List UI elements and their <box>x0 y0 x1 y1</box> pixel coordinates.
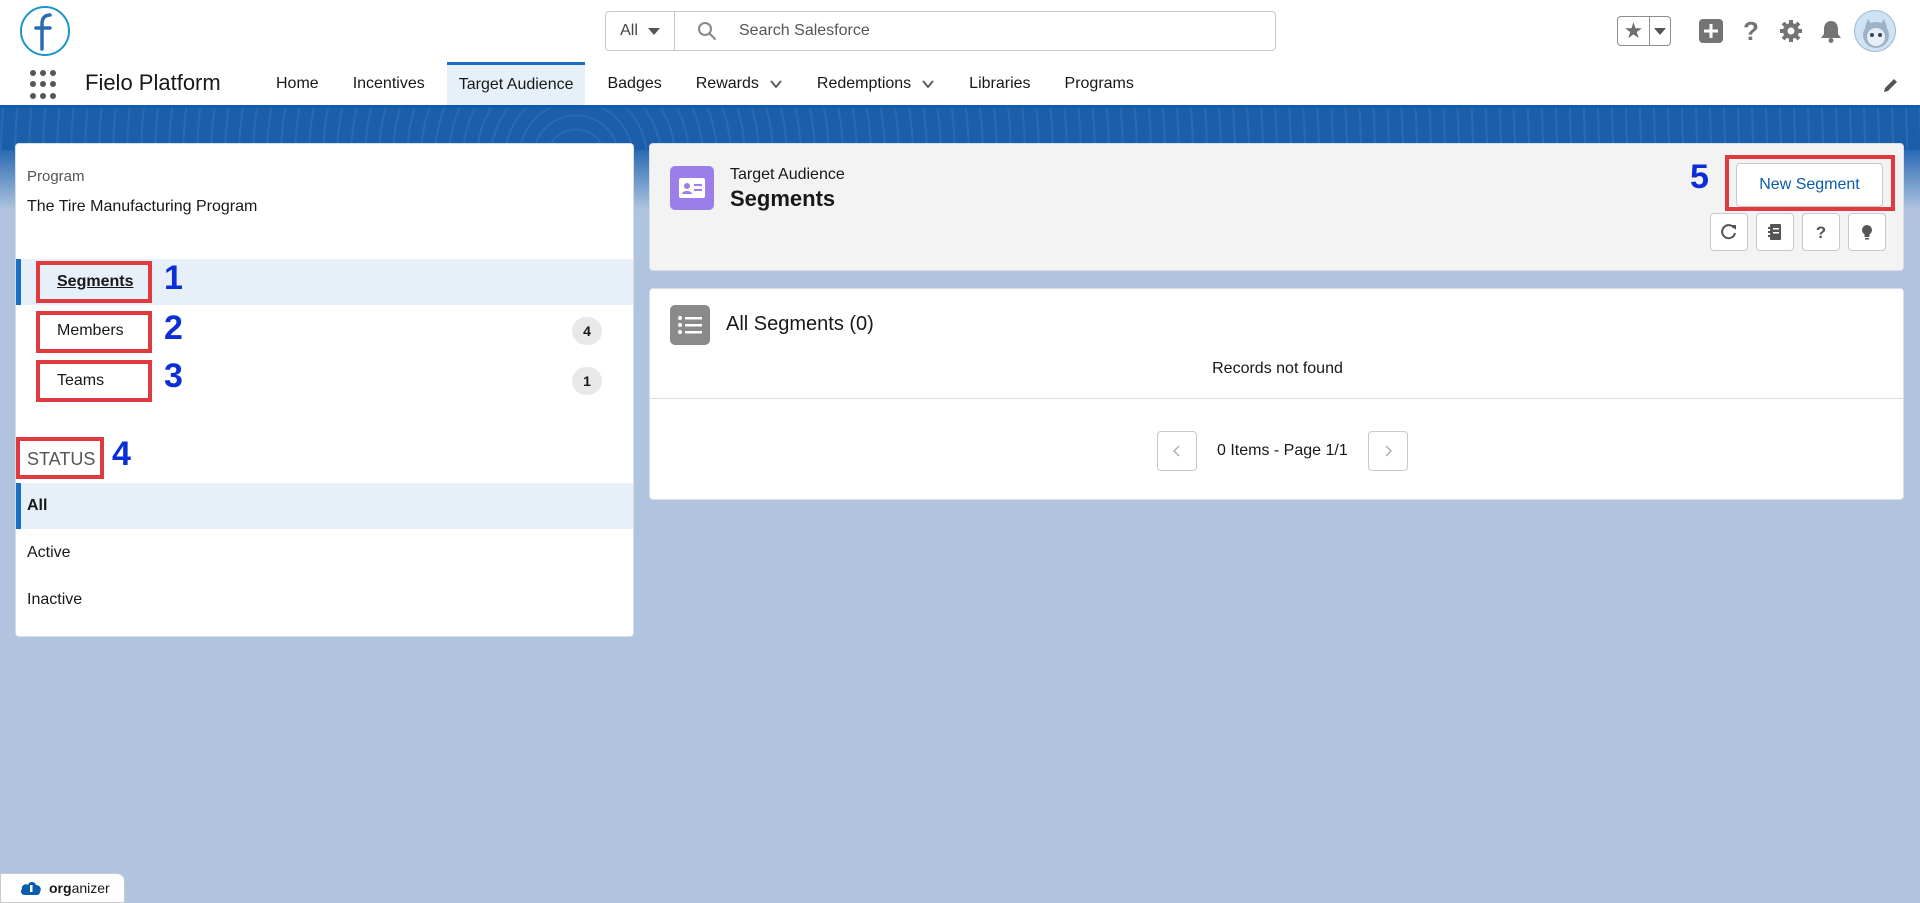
next-page-button[interactable] <box>1367 431 1408 471</box>
avatar[interactable] <box>1854 10 1896 52</box>
previous-page-button[interactable] <box>1157 431 1197 471</box>
app-name: Fielo Platform <box>85 70 221 95</box>
status-filter-active[interactable]: Active <box>16 530 633 576</box>
program-label: Program <box>27 168 85 185</box>
status-filter-label: All <box>27 497 48 514</box>
help-button[interactable]: ? <box>1802 213 1840 251</box>
annotation-box-1 <box>36 261 152 303</box>
status-filter-all[interactable]: All <box>16 483 633 529</box>
annotation-number-3: 3 <box>164 357 183 395</box>
search-scope-dropdown[interactable]: All <box>606 12 675 50</box>
tab-label: Rewards <box>695 74 759 92</box>
segment-object-icon <box>670 166 714 210</box>
tab-libraries[interactable]: Libraries <box>957 62 1042 105</box>
annotation-box-3 <box>36 360 152 402</box>
page-header-card: Target Audience Segments New Segment ? <box>649 143 1904 271</box>
tab-label: Home <box>276 74 319 92</box>
lightbulb-icon <box>1862 225 1872 240</box>
program-name[interactable]: The Tire Manufacturing Program <box>27 198 257 216</box>
caret-down-icon <box>647 27 660 35</box>
caret-down-icon <box>1654 27 1666 35</box>
tab-label: Incentives <box>352 74 425 92</box>
tab-label: Badges <box>607 74 662 92</box>
help-icon[interactable]: ? <box>1737 17 1765 45</box>
notebook-button[interactable] <box>1756 213 1794 251</box>
logo-f-icon[interactable] <box>20 6 70 56</box>
list-icon <box>670 305 710 345</box>
tab-label: Redemptions <box>816 74 912 92</box>
segments-list-card: All Segments (0) Records not found 0 Ite… <box>649 288 1904 500</box>
list-title: All Segments (0) <box>726 313 874 335</box>
chevron-down-icon[interactable] <box>921 77 935 91</box>
status-filter-inactive[interactable]: Inactive <box>16 577 633 623</box>
organizer-label-bold: org <box>49 880 72 896</box>
app-navigation-bar: Fielo Platform Home Incentives Target Au… <box>0 62 1920 108</box>
tab-target-audience[interactable]: Target Audience <box>446 62 586 105</box>
tab-home[interactable]: Home <box>264 62 331 105</box>
favorites-menu-button[interactable] <box>1650 17 1670 45</box>
count-badge: 4 <box>572 317 602 345</box>
tab-label: Target Audience <box>458 76 574 93</box>
settings-gear-icon[interactable] <box>1777 17 1805 45</box>
annotation-number-2: 2 <box>164 309 183 347</box>
tab-rewards[interactable]: Rewards <box>684 62 795 105</box>
annotation-box-5 <box>1725 155 1895 211</box>
global-header: All ★ ? <box>0 0 1920 62</box>
page-subtitle: Target Audience <box>730 166 845 183</box>
annotation-number-4: 4 <box>112 435 131 473</box>
divider <box>650 398 1903 399</box>
tab-label: Libraries <box>969 74 1031 92</box>
chevron-left-icon <box>1172 445 1180 457</box>
empty-state-text: Records not found <box>1212 360 1343 377</box>
favorites-star-icon[interactable]: ★ <box>1618 17 1650 45</box>
svg-text:?: ? <box>1743 18 1759 44</box>
tab-badges[interactable]: Badges <box>595 62 673 105</box>
ideas-button[interactable] <box>1848 213 1886 251</box>
search-scope-label: All <box>620 22 638 39</box>
annotation-box-4 <box>16 437 104 479</box>
tab-redemptions[interactable]: Redemptions <box>805 62 947 105</box>
organizer-extension-badge[interactable]: organizer <box>0 873 125 903</box>
chevron-down-icon[interactable] <box>769 77 783 91</box>
nav-tabs: Home Incentives Target Audience Badges R… <box>264 62 1156 105</box>
search-icon <box>698 22 716 40</box>
refresh-icon <box>1721 224 1736 240</box>
notifications-bell-icon[interactable] <box>1817 17 1845 45</box>
favorites-button-group: ★ <box>1617 16 1671 46</box>
chevron-right-icon <box>1385 445 1392 457</box>
pagination-text: 0 Items - Page 1/1 <box>1217 442 1348 459</box>
header-utility-icons: ★ ? <box>1617 14 1845 48</box>
tab-programs[interactable]: Programs <box>1053 62 1146 105</box>
tab-label: Programs <box>1064 74 1134 92</box>
tab-incentives[interactable]: Incentives <box>341 62 437 105</box>
annotation-box-2 <box>36 311 152 353</box>
svg-text:?: ? <box>1816 223 1826 241</box>
cloud-icon <box>21 882 41 895</box>
search-field[interactable] <box>675 12 1275 50</box>
count-badge: 1 <box>572 367 602 395</box>
search-input[interactable] <box>739 22 1259 40</box>
status-filter-label: Inactive <box>27 591 83 608</box>
status-filter-label: Active <box>27 544 71 561</box>
pagination: 0 Items - Page 1/1 <box>1157 431 1408 471</box>
header-action-icons: ? <box>1710 213 1886 251</box>
organizer-label: organizer <box>49 880 110 896</box>
edit-nav-pencil-icon[interactable] <box>1882 76 1900 94</box>
app-launcher-icon[interactable] <box>30 70 60 100</box>
annotation-number-1: 1 <box>164 259 183 297</box>
refresh-button[interactable] <box>1710 213 1748 251</box>
add-icon[interactable] <box>1697 17 1725 45</box>
global-search: All <box>605 11 1276 51</box>
organizer-label-rest: anizer <box>71 880 110 896</box>
page-title: Segments <box>730 186 836 211</box>
help-icon: ? <box>1816 223 1826 241</box>
notebook-icon <box>1768 224 1781 240</box>
annotation-number-5: 5 <box>1690 158 1709 196</box>
